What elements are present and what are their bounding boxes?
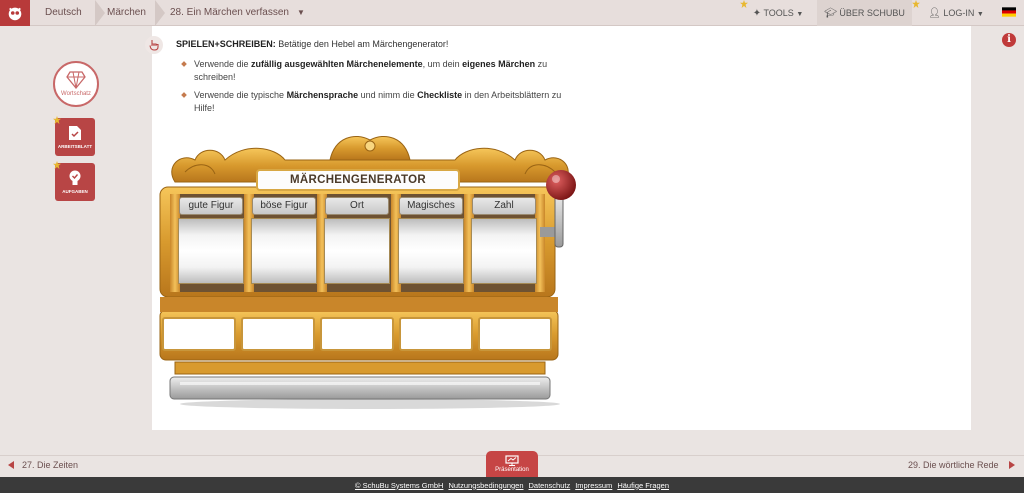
- footer-privacy-link[interactable]: Datenschutz: [529, 481, 571, 490]
- reel-label-magic: Magisches: [399, 197, 463, 215]
- task-label: SPIELEN+SCHREIBEN:: [176, 39, 276, 49]
- worksheet-button[interactable]: ARBEITSBLATT: [53, 116, 95, 156]
- reel-label-evil-character: böse Figur: [252, 197, 316, 215]
- next-arrow-icon[interactable]: [1009, 461, 1015, 469]
- footer-copyright[interactable]: © SchuBu Systems GmbH: [355, 481, 443, 490]
- reel-window: [178, 218, 244, 284]
- reel-window: [398, 218, 464, 284]
- chevron-down-icon: ▼: [296, 8, 305, 17]
- tasks-button[interactable]: AUFGABEN: [53, 161, 95, 201]
- breadcrumb-lesson[interactable]: 28. Ein Märchen verfassen ▼: [170, 0, 305, 26]
- breadcrumb-separator: [95, 0, 105, 26]
- task-text: Betätige den Hebel am Märchengenerator!: [278, 39, 449, 49]
- about-label: ÜBER SCHUBU: [839, 8, 905, 18]
- login-label: LOG-IN: [943, 8, 975, 18]
- task-bullet: Verwende die zufällig ausgewählten Märch…: [182, 58, 577, 84]
- task-bullet: Verwende die typische Märchensprache und…: [182, 89, 577, 115]
- footer-faq-link[interactable]: Häufige Fragen: [617, 481, 669, 490]
- info-icon[interactable]: i: [1002, 33, 1016, 47]
- breadcrumb-separator: [155, 0, 165, 26]
- vocabulary-button[interactable]: Wortschatz: [53, 61, 99, 107]
- graduation-cap-icon: 🎓︎: [824, 8, 837, 19]
- bullet-text: Verwende die: [194, 59, 252, 69]
- chevron-down-icon: ▼: [976, 11, 984, 18]
- tools-button[interactable]: ✦ TOOLS ▼: [740, 0, 816, 26]
- reel-label-place: Ort: [325, 197, 389, 215]
- reel-window: [251, 218, 317, 284]
- reel-window: [324, 218, 390, 284]
- worksheet-label: ARBEITSBLATT: [57, 144, 93, 149]
- breadcrumb-maerchen[interactable]: Märchen: [107, 0, 146, 26]
- presentation-button[interactable]: Präsentation: [486, 451, 538, 477]
- diamond-icon: [66, 71, 86, 89]
- prev-arrow-icon[interactable]: [8, 461, 14, 469]
- machine-title: MÄRCHENGENERATOR: [256, 169, 460, 191]
- bullet-text: Verwende die typische: [194, 90, 287, 100]
- lightbulb-icon: [69, 170, 81, 185]
- reel-label-good-character: gute Figur: [179, 197, 243, 215]
- chevron-down-icon: ▼: [796, 11, 804, 18]
- login-button[interactable]: 👤︎ LOG-IN ▼: [918, 0, 994, 26]
- next-lesson-link[interactable]: 29. Die wörtliche Rede: [908, 459, 999, 471]
- task-instruction: SPIELEN+SCHREIBEN: Betätige den Hebel am…: [176, 39, 448, 49]
- result-slot: [399, 317, 473, 351]
- prev-lesson-link[interactable]: 27. Die Zeiten: [22, 459, 78, 471]
- hand-pointer-icon: [145, 36, 163, 54]
- bullet-emphasis: eigenes Märchen: [462, 59, 536, 69]
- tools-icon: ✦: [752, 8, 762, 19]
- vocabulary-label: Wortschatz: [61, 91, 91, 97]
- bullet-emphasis: Märchensprache: [286, 90, 359, 100]
- tools-label: TOOLS: [763, 8, 794, 18]
- star-icon: [53, 116, 61, 124]
- about-button[interactable]: 🎓︎ ÜBER SCHUBU: [817, 0, 912, 26]
- bullet-text: , um dein: [422, 59, 463, 69]
- star-icon: [53, 161, 61, 169]
- tasks-label: AUFGABEN: [62, 189, 88, 194]
- star-icon: [740, 0, 748, 8]
- result-slot: [478, 317, 552, 351]
- user-icon: 👤︎: [928, 8, 941, 19]
- bullet-emphasis: Checkliste: [417, 90, 463, 100]
- bullet-text: und nimm die: [358, 90, 418, 100]
- presentation-board-icon: [505, 455, 519, 466]
- bullet-emphasis: zufällig ausgewählten Märchenelemente: [251, 59, 423, 69]
- result-slot: [241, 317, 315, 351]
- result-slot: [162, 317, 236, 351]
- reel-label-number: Zahl: [472, 197, 536, 215]
- breadcrumb-lesson-label: 28. Ein Märchen verfassen: [170, 7, 289, 18]
- reel-window: [471, 218, 537, 284]
- german-flag-icon[interactable]: [1002, 7, 1016, 17]
- owl-logo-icon[interactable]: [0, 0, 30, 26]
- footer-imprint-link[interactable]: Impressum: [575, 481, 612, 490]
- footer-terms-link[interactable]: Nutzungsbedingungen: [448, 481, 523, 490]
- footer: © SchuBu Systems GmbH Nutzungsbedingunge…: [0, 477, 1024, 493]
- result-slot: [320, 317, 394, 351]
- breadcrumb-deutsch[interactable]: Deutsch: [45, 0, 82, 26]
- presentation-label: Präsentation: [495, 467, 529, 473]
- document-check-icon: [69, 126, 81, 140]
